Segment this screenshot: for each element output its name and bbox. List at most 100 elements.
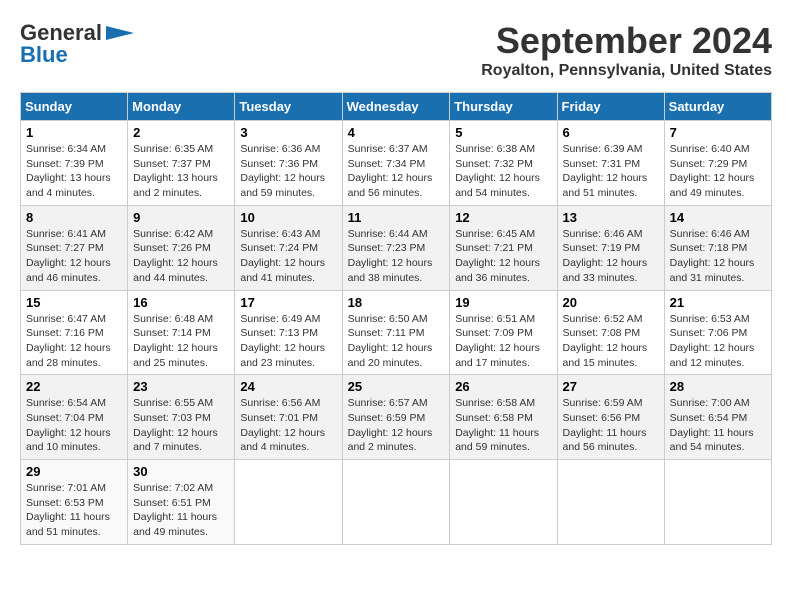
day-number: 1 — [26, 125, 122, 140]
location: Royalton, Pennsylvania, United States — [481, 62, 772, 80]
header-sunday: Sunday — [21, 93, 128, 121]
day-info: Sunrise: 6:52 AMSunset: 7:08 PMDaylight:… — [563, 312, 659, 371]
calendar-cell: 30 Sunrise: 7:02 AMSunset: 6:51 PMDayligh… — [128, 460, 235, 545]
calendar-cell: 27 Sunrise: 6:59 AMSunset: 6:56 PMDayligh… — [557, 375, 664, 460]
calendar-cell — [342, 460, 450, 545]
calendar-cell: 13Sunrise: 6:46 AMSunset: 7:19 PMDayligh… — [557, 205, 664, 290]
day-info: Sunrise: 6:54 AMSunset: 7:04 PMDaylight:… — [26, 396, 122, 455]
logo-arrow-icon — [106, 26, 134, 40]
logo-blue: Blue — [20, 42, 68, 68]
calendar-cell: 15 Sunrise: 6:47 AMSunset: 7:16 PMDayligh… — [21, 290, 128, 375]
day-info: Sunrise: 6:36 AMSunset: 7:36 PMDaylight:… — [240, 142, 336, 201]
calendar-cell: 11 Sunrise: 6:44 AMSunset: 7:23 PMDayligh… — [342, 205, 450, 290]
calendar-cell: 20 Sunrise: 6:52 AMSunset: 7:08 PMDayligh… — [557, 290, 664, 375]
calendar-week-row: 22 Sunrise: 6:54 AMSunset: 7:04 PMDayligh… — [21, 375, 772, 460]
calendar-cell: 14 Sunrise: 6:46 AMSunset: 7:18 PMDayligh… — [664, 205, 771, 290]
calendar-cell: 5 Sunrise: 6:38 AMSunset: 7:32 PMDaylight… — [450, 121, 557, 206]
calendar-cell: 16 Sunrise: 6:48 AMSunset: 7:14 PMDayligh… — [128, 290, 235, 375]
day-number: 11 — [348, 210, 445, 225]
day-number: 13 — [563, 210, 659, 225]
day-number: 2 — [133, 125, 229, 140]
page-header: General Blue September 2024 Royalton, Pe… — [20, 20, 772, 80]
day-info: Sunrise: 6:42 AMSunset: 7:26 PMDaylight:… — [133, 227, 229, 286]
calendar-week-row: 29 Sunrise: 7:01 AMSunset: 6:53 PMDayligh… — [21, 460, 772, 545]
calendar-cell: 17 Sunrise: 6:49 AMSunset: 7:13 PMDayligh… — [235, 290, 342, 375]
calendar-cell: 1 Sunrise: 6:34 AMSunset: 7:39 PMDaylight… — [21, 121, 128, 206]
calendar-cell — [235, 460, 342, 545]
day-info: Sunrise: 7:01 AMSunset: 6:53 PMDaylight:… — [26, 481, 122, 540]
calendar-cell: 28 Sunrise: 7:00 AMSunset: 6:54 PMDayligh… — [664, 375, 771, 460]
calendar-cell: 23 Sunrise: 6:55 AMSunset: 7:03 PMDayligh… — [128, 375, 235, 460]
calendar-cell: 24 Sunrise: 6:56 AMSunset: 7:01 PMDayligh… — [235, 375, 342, 460]
header-saturday: Saturday — [664, 93, 771, 121]
day-number: 29 — [26, 464, 122, 479]
day-info: Sunrise: 6:34 AMSunset: 7:39 PMDaylight:… — [26, 142, 122, 201]
day-number: 25 — [348, 379, 445, 394]
day-info: Sunrise: 6:41 AMSunset: 7:27 PMDaylight:… — [26, 227, 122, 286]
day-number: 20 — [563, 295, 659, 310]
calendar-cell — [557, 460, 664, 545]
day-number: 15 — [26, 295, 122, 310]
day-info: Sunrise: 6:38 AMSunset: 7:32 PMDaylight:… — [455, 142, 551, 201]
calendar-cell: 3 Sunrise: 6:36 AMSunset: 7:36 PMDaylight… — [235, 121, 342, 206]
day-info: Sunrise: 6:40 AMSunset: 7:29 PMDaylight:… — [670, 142, 766, 201]
day-info: Sunrise: 6:43 AMSunset: 7:24 PMDaylight:… — [240, 227, 336, 286]
calendar-cell: 26 Sunrise: 6:58 AMSunset: 6:58 PMDayligh… — [450, 375, 557, 460]
day-info: Sunrise: 6:49 AMSunset: 7:13 PMDaylight:… — [240, 312, 336, 371]
day-number: 17 — [240, 295, 336, 310]
day-info: Sunrise: 7:02 AMSunset: 6:51 PMDaylight:… — [133, 481, 229, 540]
day-number: 12 — [455, 210, 551, 225]
day-number: 24 — [240, 379, 336, 394]
day-number: 26 — [455, 379, 551, 394]
day-number: 14 — [670, 210, 766, 225]
day-info: Sunrise: 7:00 AMSunset: 6:54 PMDaylight:… — [670, 396, 766, 455]
calendar-cell: 7Sunrise: 6:40 AMSunset: 7:29 PMDaylight… — [664, 121, 771, 206]
day-info: Sunrise: 6:37 AMSunset: 7:34 PMDaylight:… — [348, 142, 445, 201]
day-number: 18 — [348, 295, 445, 310]
day-number: 16 — [133, 295, 229, 310]
day-number: 19 — [455, 295, 551, 310]
day-info: Sunrise: 6:39 AMSunset: 7:31 PMDaylight:… — [563, 142, 659, 201]
day-info: Sunrise: 6:53 AMSunset: 7:06 PMDaylight:… — [670, 312, 766, 371]
day-number: 27 — [563, 379, 659, 394]
day-info: Sunrise: 6:56 AMSunset: 7:01 PMDaylight:… — [240, 396, 336, 455]
title-section: September 2024 Royalton, Pennsylvania, U… — [481, 20, 772, 80]
day-number: 30 — [133, 464, 229, 479]
day-info: Sunrise: 6:50 AMSunset: 7:11 PMDaylight:… — [348, 312, 445, 371]
day-info: Sunrise: 6:45 AMSunset: 7:21 PMDaylight:… — [455, 227, 551, 286]
calendar-table: SundayMondayTuesdayWednesdayThursdayFrid… — [20, 92, 772, 545]
day-number: 3 — [240, 125, 336, 140]
day-number: 8 — [26, 210, 122, 225]
calendar-cell: 19 Sunrise: 6:51 AMSunset: 7:09 PMDayligh… — [450, 290, 557, 375]
calendar-header-row: SundayMondayTuesdayWednesdayThursdayFrid… — [21, 93, 772, 121]
day-info: Sunrise: 6:51 AMSunset: 7:09 PMDaylight:… — [455, 312, 551, 371]
day-info: Sunrise: 6:46 AMSunset: 7:18 PMDaylight:… — [670, 227, 766, 286]
calendar-cell: 4Sunrise: 6:37 AMSunset: 7:34 PMDaylight… — [342, 121, 450, 206]
calendar-cell — [664, 460, 771, 545]
day-number: 23 — [133, 379, 229, 394]
calendar-cell: 18 Sunrise: 6:50 AMSunset: 7:11 PMDayligh… — [342, 290, 450, 375]
day-number: 22 — [26, 379, 122, 394]
day-number: 5 — [455, 125, 551, 140]
calendar-cell: 25 Sunrise: 6:57 AMSunset: 6:59 PMDayligh… — [342, 375, 450, 460]
header-monday: Monday — [128, 93, 235, 121]
day-info: Sunrise: 6:48 AMSunset: 7:14 PMDaylight:… — [133, 312, 229, 371]
calendar-week-row: 1 Sunrise: 6:34 AMSunset: 7:39 PMDaylight… — [21, 121, 772, 206]
header-friday: Friday — [557, 93, 664, 121]
header-wednesday: Wednesday — [342, 93, 450, 121]
day-info: Sunrise: 6:35 AMSunset: 7:37 PMDaylight:… — [133, 142, 229, 201]
calendar-week-row: 8 Sunrise: 6:41 AMSunset: 7:27 PMDaylight… — [21, 205, 772, 290]
day-info: Sunrise: 6:44 AMSunset: 7:23 PMDaylight:… — [348, 227, 445, 286]
day-number: 9 — [133, 210, 229, 225]
day-info: Sunrise: 6:55 AMSunset: 7:03 PMDaylight:… — [133, 396, 229, 455]
day-info: Sunrise: 6:59 AMSunset: 6:56 PMDaylight:… — [563, 396, 659, 455]
day-info: Sunrise: 6:47 AMSunset: 7:16 PMDaylight:… — [26, 312, 122, 371]
calendar-cell: 29 Sunrise: 7:01 AMSunset: 6:53 PMDayligh… — [21, 460, 128, 545]
day-info: Sunrise: 6:57 AMSunset: 6:59 PMDaylight:… — [348, 396, 445, 455]
logo: General Blue — [20, 20, 134, 68]
calendar-cell: 10 Sunrise: 6:43 AMSunset: 7:24 PMDayligh… — [235, 205, 342, 290]
day-info: Sunrise: 6:58 AMSunset: 6:58 PMDaylight:… — [455, 396, 551, 455]
calendar-cell: 12 Sunrise: 6:45 AMSunset: 7:21 PMDayligh… — [450, 205, 557, 290]
day-number: 28 — [670, 379, 766, 394]
day-number: 10 — [240, 210, 336, 225]
